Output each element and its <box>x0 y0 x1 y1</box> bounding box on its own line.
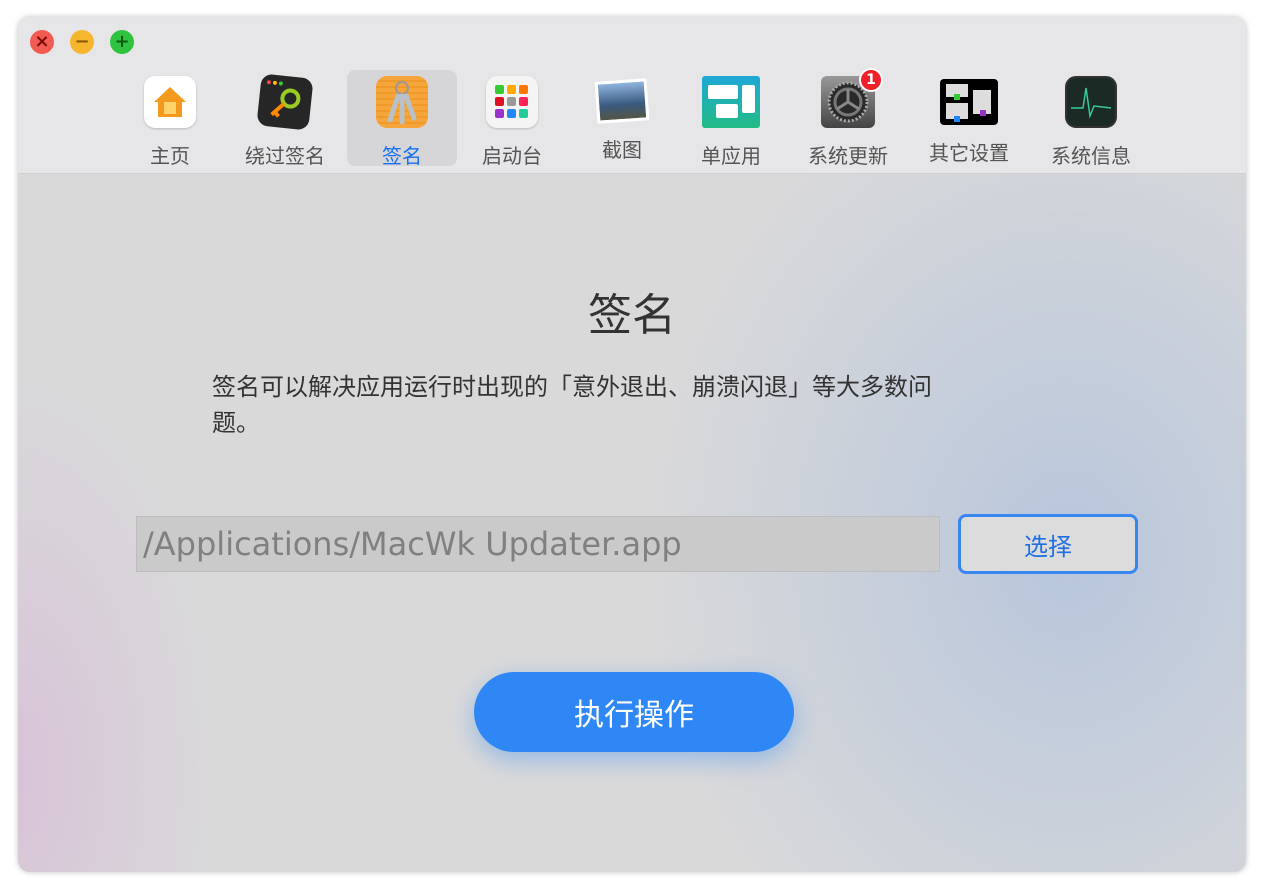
page-title: 签名 <box>588 290 676 341</box>
tab-screenshot[interactable]: 截图 <box>567 70 677 166</box>
tab-single-app[interactable]: 单应用 <box>676 70 786 168</box>
tab-system-info[interactable]: 系统信息 <box>1036 70 1146 168</box>
launchpad-icon <box>486 76 538 128</box>
execute-button[interactable]: 执行操作 <box>474 672 794 752</box>
activity-monitor-icon <box>1065 76 1117 128</box>
tab-label: 系统信息 <box>1051 144 1131 168</box>
tab-signature[interactable]: 签名 <box>347 70 457 168</box>
single-app-icon <box>702 76 760 128</box>
system-preferences-gear-icon: 1 <box>821 68 883 128</box>
app-window: × − + 主页 绕过签名 签名 启动台 截图 单应用 1 系统更新 其它设置 … <box>18 17 1246 872</box>
choose-button[interactable]: 选择 <box>958 514 1138 574</box>
tab-bypass-signature[interactable]: 绕过签名 <box>230 70 340 168</box>
tab-label: 系统更新 <box>808 144 888 168</box>
close-button[interactable]: × <box>30 30 54 54</box>
minimize-button[interactable]: − <box>70 30 94 54</box>
tab-label: 截图 <box>602 138 642 162</box>
zoom-button[interactable]: + <box>110 30 134 54</box>
signature-panel: 签名 签名可以解决应用运行时出现的「意外退出、崩溃闪退」等大多数问题。 /App… <box>18 174 1246 872</box>
tab-launchpad[interactable]: 启动台 <box>457 70 567 168</box>
tab-label: 绕过签名 <box>245 144 325 168</box>
tab-label: 主页 <box>150 144 190 168</box>
keychain-icon <box>376 76 428 128</box>
home-icon <box>144 76 196 128</box>
tab-other-settings[interactable]: 其它设置 <box>914 70 1024 166</box>
tab-label: 签名 <box>382 144 422 168</box>
tab-label: 其它设置 <box>929 141 1009 165</box>
tab-label: 单应用 <box>701 144 761 168</box>
other-settings-icon <box>940 79 998 125</box>
description-text: 签名可以解决应用运行时出现的「意外退出、崩溃闪退」等大多数问题。 <box>212 373 932 437</box>
tab-system-update[interactable]: 1 系统更新 <box>793 68 903 168</box>
toolbar: × − + 主页 绕过签名 签名 启动台 截图 单应用 1 系统更新 其它设置 … <box>18 17 1246 174</box>
update-badge: 1 <box>859 68 883 92</box>
key-terminal-icon <box>256 73 314 131</box>
app-path-field[interactable]: /Applications/MacWk Updater.app <box>136 516 940 572</box>
screenshot-photo-icon <box>594 78 650 124</box>
tab-label: 启动台 <box>482 144 542 168</box>
tab-home[interactable]: 主页 <box>115 70 225 168</box>
